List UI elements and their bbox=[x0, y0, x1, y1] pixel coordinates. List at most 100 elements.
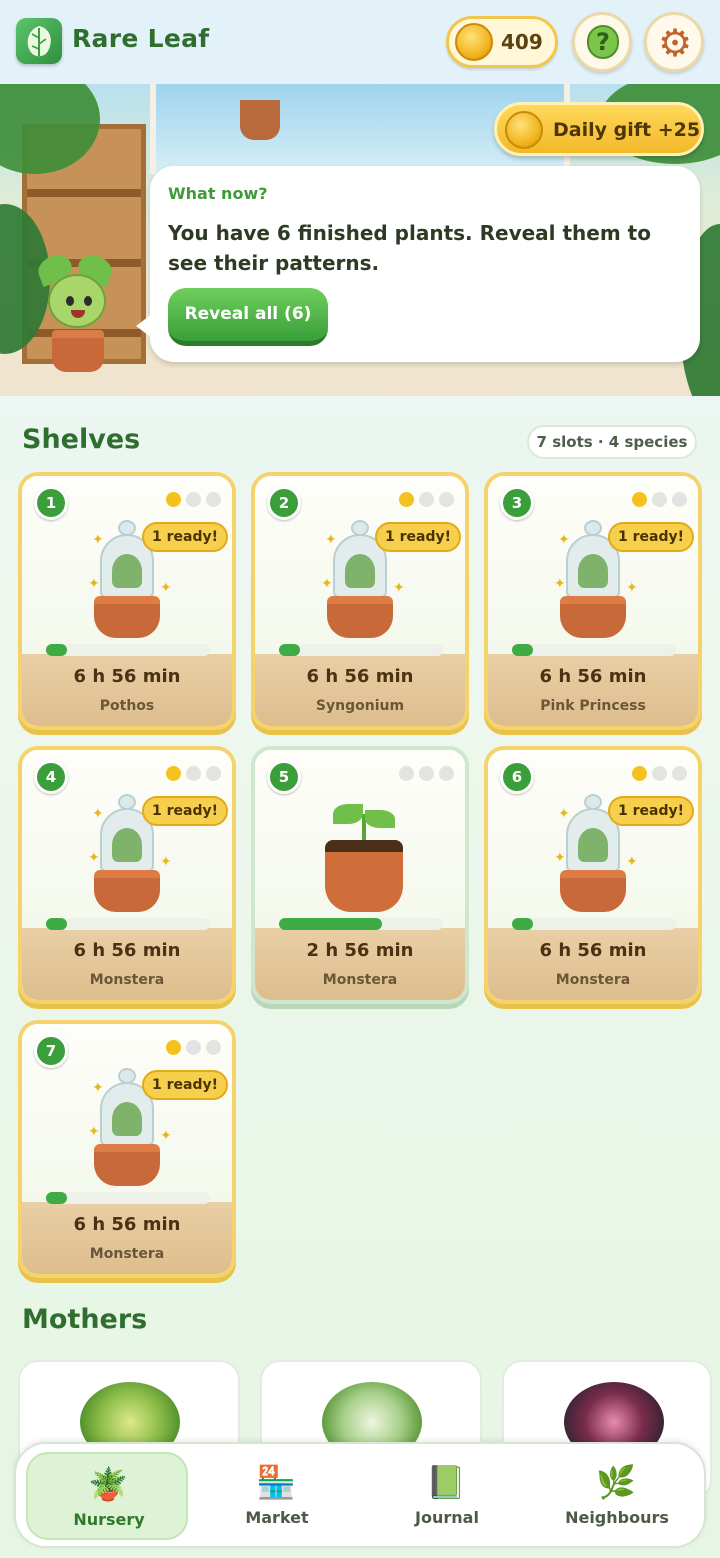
shelf-slot-card[interactable]: 1 ✦ ✦ ✦ 1 ready! 6 h 56 min Pothos bbox=[18, 472, 236, 730]
pattern-dot bbox=[652, 766, 667, 781]
nav-journal[interactable]: 📗 Journal bbox=[366, 1452, 528, 1540]
growth-progress-fill bbox=[46, 918, 67, 930]
hanging-pot-decor bbox=[240, 100, 280, 140]
pattern-dot bbox=[419, 766, 434, 781]
nav-nursery[interactable]: 🪴 Nursery bbox=[26, 1452, 188, 1540]
pattern-dot bbox=[632, 766, 647, 781]
species-label: Pothos bbox=[99, 698, 155, 714]
growth-progress-bar bbox=[279, 918, 443, 930]
daily-gift-label: Daily gift +25 bbox=[553, 119, 701, 141]
prompt-body: You have 6 finished plants. Reveal them … bbox=[168, 221, 651, 275]
ready-badge: 1 ready! bbox=[608, 796, 694, 826]
journal-book-icon: 📗 bbox=[426, 1463, 466, 1501]
sprout-pot-icon bbox=[325, 800, 403, 920]
app-title: Rare Leaf bbox=[72, 24, 210, 53]
coin-balance[interactable]: 409 bbox=[446, 16, 558, 68]
sparkle-icon: ✦ bbox=[160, 854, 172, 870]
pattern-dot bbox=[672, 766, 687, 781]
pattern-dot bbox=[439, 766, 454, 781]
sparkle-icon: ✦ bbox=[88, 850, 100, 866]
bottom-navigation: 🪴 Nursery 🏪 Market 📗 Journal 🌿 Neighbour… bbox=[14, 1442, 706, 1548]
growth-progress-fill bbox=[512, 644, 533, 656]
sparkle-icon: ✦ bbox=[554, 850, 566, 866]
pattern-dot bbox=[652, 492, 667, 507]
growth-progress-fill bbox=[279, 644, 300, 656]
ready-badge: 1 ready! bbox=[608, 522, 694, 552]
time-remaining: 6 h 56 min bbox=[539, 666, 647, 687]
sparkle-icon: ✦ bbox=[92, 806, 104, 822]
pattern-dot bbox=[206, 766, 221, 781]
growth-progress-bar bbox=[46, 644, 210, 656]
nav-neighbours[interactable]: 🌿 Neighbours bbox=[536, 1452, 698, 1540]
pattern-dots bbox=[632, 492, 696, 508]
market-stall-icon: 🏪 bbox=[256, 1463, 296, 1501]
prompt-heading: What now? bbox=[168, 184, 268, 203]
pattern-dots bbox=[399, 492, 463, 508]
help-icon: ? bbox=[587, 25, 619, 59]
nav-label: Journal bbox=[415, 1508, 479, 1527]
growth-progress-bar bbox=[46, 1192, 210, 1204]
nav-label: Nursery bbox=[73, 1510, 145, 1529]
time-remaining: 6 h 56 min bbox=[539, 940, 647, 961]
pattern-dot bbox=[186, 1040, 201, 1055]
help-button[interactable]: ? bbox=[572, 12, 632, 72]
species-label: Syngonium bbox=[315, 698, 405, 714]
ready-badge: 1 ready! bbox=[375, 522, 461, 552]
species-label: Monstera bbox=[89, 972, 165, 988]
nav-label: Market bbox=[245, 1508, 309, 1527]
slot-number-badge: 3 bbox=[500, 486, 534, 520]
pattern-dot bbox=[206, 1040, 221, 1055]
pattern-dot bbox=[206, 492, 221, 507]
slot-number-badge: 7 bbox=[34, 1034, 68, 1068]
mothers-title: Mothers bbox=[22, 1304, 148, 1335]
coin-count: 409 bbox=[501, 30, 543, 54]
pattern-dot bbox=[166, 492, 181, 507]
daily-gift-button[interactable]: Daily gift +25 bbox=[494, 102, 704, 156]
sparkle-icon: ✦ bbox=[393, 580, 405, 596]
sparkle-icon: ✦ bbox=[160, 1128, 172, 1144]
sparkle-icon: ✦ bbox=[558, 806, 570, 822]
slot-number-badge: 1 bbox=[34, 486, 68, 520]
sparkle-icon: ✦ bbox=[88, 1124, 100, 1140]
shelf-slot-card[interactable]: 7 ✦ ✦ ✦ 1 ready! 6 h 56 min Monstera bbox=[18, 1020, 236, 1278]
leaf-logo-icon bbox=[16, 18, 62, 64]
time-remaining: 6 h 56 min bbox=[73, 1214, 181, 1235]
growth-progress-bar bbox=[46, 918, 210, 930]
growth-progress-fill bbox=[279, 918, 382, 930]
pattern-dots bbox=[632, 766, 696, 782]
growth-progress-bar bbox=[512, 644, 676, 656]
time-remaining: 6 h 56 min bbox=[306, 666, 414, 687]
sparkle-icon: ✦ bbox=[88, 576, 100, 592]
growth-progress-bar bbox=[279, 644, 443, 656]
guide-speech-bubble: What now? You have 6 finished plants. Re… bbox=[136, 166, 700, 362]
shelf-slot-card[interactable]: 5 2 h 56 min Monstera bbox=[251, 746, 469, 1004]
coin-icon bbox=[455, 23, 493, 61]
sparkle-icon: ✦ bbox=[92, 1080, 104, 1096]
growth-progress-fill bbox=[46, 1192, 67, 1204]
slot-number-badge: 4 bbox=[34, 760, 68, 794]
growth-progress-bar bbox=[512, 918, 676, 930]
ready-badge: 1 ready! bbox=[142, 1070, 228, 1100]
reveal-all-button[interactable]: Reveal all (6) bbox=[168, 288, 328, 346]
nav-label: Neighbours bbox=[565, 1508, 669, 1527]
sparkle-icon: ✦ bbox=[92, 532, 104, 548]
plant-mascot bbox=[34, 250, 118, 376]
shelf-slot-card[interactable]: 3 ✦ ✦ ✦ 1 ready! 6 h 56 min Pink Princess bbox=[484, 472, 702, 730]
pattern-dot bbox=[186, 492, 201, 507]
shelf-slot-card[interactable]: 2 ✦ ✦ ✦ 1 ready! 6 h 56 min Syngonium bbox=[251, 472, 469, 730]
shelf-slot-card[interactable]: 4 ✦ ✦ ✦ 1 ready! 6 h 56 min Monstera bbox=[18, 746, 236, 1004]
nav-market[interactable]: 🏪 Market bbox=[196, 1452, 358, 1540]
growth-progress-fill bbox=[512, 918, 533, 930]
neighbours-plants-icon: 🌿 bbox=[596, 1463, 636, 1501]
pattern-dot bbox=[186, 766, 201, 781]
settings-button[interactable]: ⚙ bbox=[644, 12, 704, 72]
sparkle-icon: ✦ bbox=[321, 576, 333, 592]
sparkle-icon: ✦ bbox=[160, 580, 172, 596]
sparkle-icon: ✦ bbox=[554, 576, 566, 592]
ready-badge: 1 ready! bbox=[142, 522, 228, 552]
pattern-dot bbox=[672, 492, 687, 507]
shelf-slot-card[interactable]: 6 ✦ ✦ ✦ 1 ready! 6 h 56 min Monstera bbox=[484, 746, 702, 1004]
species-label: Pink Princess bbox=[540, 698, 646, 714]
pattern-dot bbox=[439, 492, 454, 507]
sparkle-icon: ✦ bbox=[626, 580, 638, 596]
